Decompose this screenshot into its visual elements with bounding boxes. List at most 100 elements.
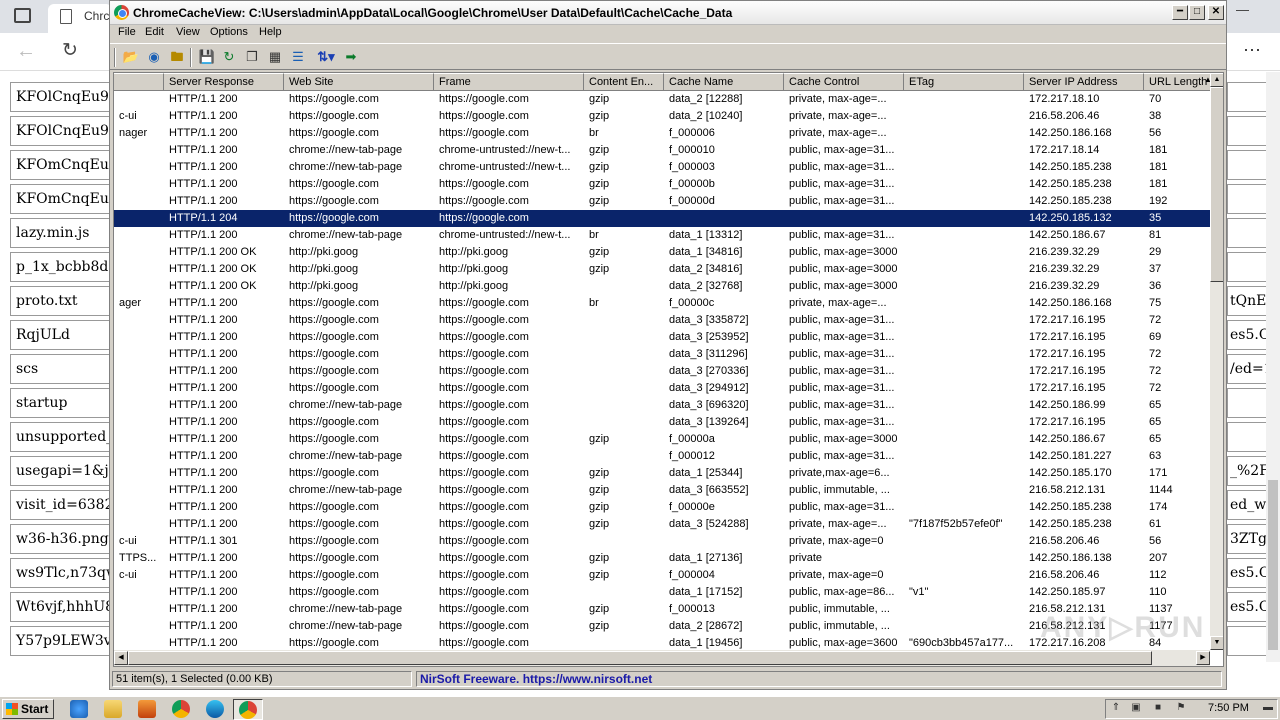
tray-expand-icon[interactable]: ⇑ [1110,702,1122,714]
start-button[interactable]: Start [2,699,54,719]
background-list-item[interactable]: proto.txt [10,286,110,316]
table-row[interactable]: HTTP/1.1 200 https://google.com https://go… [114,193,1211,210]
background-list-item[interactable]: lazy.min.js [10,218,110,248]
table-row[interactable]: HTTP/1.1 200 OK http://pki.goog http://pki… [114,278,1211,295]
column-header[interactable]: Cache Name [664,73,784,91]
table-row[interactable]: TTPS... HTTP/1.1 200 https://google.com htt… [114,550,1211,567]
background-list-item[interactable]: p_1x_bcbb8de [10,252,110,282]
table-row[interactable]: HTTP/1.1 200 chrome://new-tab-page https:/… [114,448,1211,465]
menu-file[interactable]: File [118,26,136,38]
table-row[interactable]: HTTP/1.1 200 https://google.com https://go… [114,516,1211,533]
background-list-item[interactable]: scs [10,354,110,384]
background-list-item[interactable]: usegapi=1&jsh [10,456,110,486]
table-row[interactable]: c-ui HTTP/1.1 301 https://google.com https:… [114,533,1211,550]
table-row[interactable]: HTTP/1.1 200 chrome://new-tab-page chrome-… [114,159,1211,176]
background-list-item[interactable]: KFOlCnqEu92 [10,82,110,112]
background-list-item[interactable]: KFOmCnqEu9 [10,184,110,214]
table-row[interactable]: HTTP/1.1 200 https://google.com https://go… [114,363,1211,380]
clock[interactable]: 7:50 PM [1208,702,1249,714]
table-row[interactable]: c-ui HTTP/1.1 200 https://google.com https:… [114,567,1211,584]
column-header[interactable]: Web Site [284,73,434,91]
table-row[interactable]: HTTP/1.1 200 https://google.com https://go… [114,380,1211,397]
more-menu-icon[interactable]: ⋯ [1243,40,1262,61]
table-row[interactable]: HTTP/1.1 200 https://google.com https://go… [114,431,1211,448]
background-list-item[interactable]: visit_id=63825 [10,490,110,520]
html-report-icon[interactable]: ☰ [289,48,307,66]
close-button[interactable]: ✕ [1208,5,1224,20]
internet-explorer-icon[interactable] [70,700,88,718]
background-list-item[interactable]: w36-h36.png [10,524,110,554]
maximize-button[interactable]: □ [1189,5,1205,20]
column-header[interactable]: Server Response [164,73,284,91]
background-list-item[interactable]: startup [10,388,110,418]
table-row[interactable]: HTTP/1.1 200 https://google.com https://go… [114,584,1211,601]
table-row[interactable]: HTTP/1.1 200 https://google.com https://go… [114,414,1211,431]
column-header[interactable]: Cache Control [784,73,904,91]
title-bar[interactable]: ChromeCacheView: C:\Users\admin\AppData\… [110,1,1226,25]
table-row[interactable]: HTTP/1.1 200 OK http://pki.goog http://pki… [114,244,1211,261]
window-switcher-icon[interactable] [14,8,31,23]
table-row[interactable]: HTTP/1.1 200 https://google.com https://go… [114,346,1211,363]
column-header[interactable]: Frame [434,73,584,91]
background-list-item[interactable]: KFOlCnqEu92 [10,116,110,146]
select-folder-icon[interactable]: 🖿 [168,48,186,66]
horizontal-scrollbar[interactable]: ◀ ▶ [114,650,1210,666]
chrome-taskbar-icon[interactable] [172,700,190,718]
table-row[interactable]: ager HTTP/1.1 200 https://google.com https:… [114,295,1211,312]
background-list-item[interactable]: RqjULd [10,320,110,350]
table-row[interactable]: c-ui HTTP/1.1 200 https://google.com https:… [114,108,1211,125]
table-row[interactable]: HTTP/1.1 200 chrome://new-tab-page https:/… [114,482,1211,499]
minimize-button[interactable]: ━ [1172,5,1188,20]
menu-help[interactable]: Help [259,26,282,38]
menu-view[interactable]: View [176,26,200,38]
exit-icon[interactable]: ➡ [342,48,360,66]
volume-icon[interactable]: ■ [1152,702,1164,714]
menu-edit[interactable]: Edit [145,26,164,38]
vertical-scroll-thumb[interactable] [1210,87,1223,282]
nirsoft-link[interactable]: NirSoft Freeware. https://www.nirsoft.ne… [416,671,1222,687]
menu-options[interactable]: Options [210,26,248,38]
background-list-item[interactable]: KFOmCnqEu9 [10,150,110,180]
network-icon[interactable]: ▣ [1130,702,1142,714]
media-player-icon[interactable] [138,700,156,718]
sort-icon[interactable]: ⇅▾ [313,48,339,66]
table-row[interactable]: HTTP/1.1 200 https://google.com https://go… [114,176,1211,193]
security-flag-icon[interactable]: ⚑ [1175,702,1187,714]
table-row[interactable]: HTTP/1.1 204 https://google.com https://go… [114,210,1211,227]
table-row[interactable]: HTTP/1.1 200 https://google.com https://go… [114,91,1211,108]
show-desktop-icon[interactable]: ▬ [1262,702,1274,714]
vertical-scrollbar[interactable]: ▲ ▼ [1210,73,1223,650]
browser-minimize-icon[interactable]: — [1236,2,1249,17]
column-header[interactable]: Server IP Address [1024,73,1144,91]
open-folder-icon[interactable]: 📂 [122,48,140,66]
properties-icon[interactable]: ▦ [266,48,284,66]
back-arrow-icon[interactable]: ← [16,40,36,63]
table-row[interactable]: HTTP/1.1 200 https://google.com https://go… [114,329,1211,346]
save-icon[interactable]: 💾 [198,48,216,66]
background-list-item[interactable]: Y57p9LEW3v [10,626,110,656]
scroll-left-icon[interactable]: ◀ [114,651,128,665]
file-explorer-icon[interactable] [104,700,122,718]
column-header[interactable] [114,73,164,91]
scroll-right-icon[interactable]: ▶ [1196,651,1210,665]
table-row[interactable]: HTTP/1.1 200 OK http://pki.goog http://pki… [114,261,1211,278]
column-header[interactable]: Content En... [584,73,664,91]
chromecacheview-task-button[interactable] [233,699,263,720]
background-list-item[interactable]: ws9Tlc,n73qw [10,558,110,588]
refresh-icon[interactable]: ↻ [220,48,238,66]
scroll-up-icon[interactable]: ▲ [1210,73,1223,87]
table-row[interactable]: HTTP/1.1 200 chrome://new-tab-page chrome-… [114,227,1211,244]
background-list-item[interactable]: Wt6vjf,hhhU8, [10,592,110,622]
globe-icon[interactable]: ◉ [145,48,163,66]
cache-list[interactable]: Server Response Web Site Frame Content En..… [113,72,1224,667]
table-row[interactable]: nager HTTP/1.1 200 https://google.com https… [114,125,1211,142]
table-row[interactable]: HTTP/1.1 200 https://google.com https://go… [114,312,1211,329]
table-row[interactable]: HTTP/1.1 200 chrome://new-tab-page chrome-… [114,142,1211,159]
table-row[interactable]: HTTP/1.1 200 https://google.com https://go… [114,465,1211,482]
edge-icon[interactable] [206,700,224,718]
horizontal-scroll-thumb[interactable] [128,651,1152,665]
scroll-down-icon[interactable]: ▼ [1210,636,1223,650]
background-scrollbar-thumb[interactable] [1268,480,1278,650]
column-header[interactable]: URL Length [1144,73,1211,91]
table-row[interactable]: HTTP/1.1 200 https://google.com https://go… [114,499,1211,516]
